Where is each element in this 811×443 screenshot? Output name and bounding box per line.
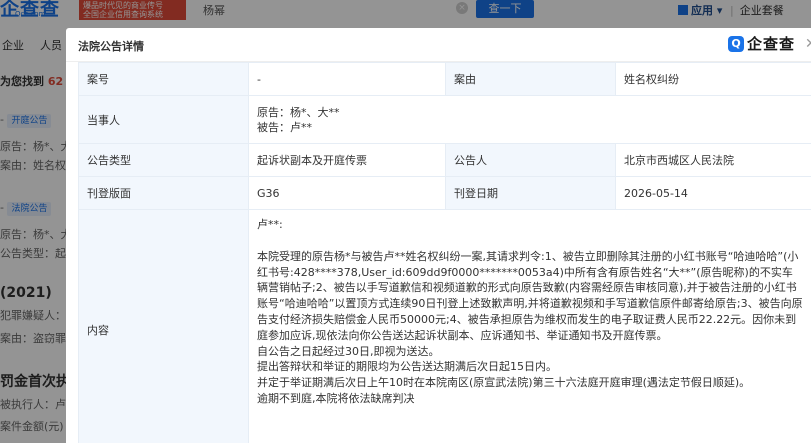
publish-section-label: 刊登版面	[78, 176, 249, 210]
notice-detail-table: 案号 - 案由 姓名权纠纷 当事人 原告：杨*、大** 被告：卢** 公告类型 …	[78, 62, 811, 443]
announcer-label: 公告人	[445, 143, 616, 177]
announcer-value[interactable]: 北京市西城区人民法院	[615, 143, 811, 177]
content-line: 并定于举证期满后次日上午10时在本院南区(原宣武法院)第三十六法庭开庭审理(遇法…	[257, 376, 751, 390]
content-value: 卢**: 本院受理的原告杨*与被告卢**姓名权纠纷一案,其请求判令:1、被告立即…	[248, 209, 811, 443]
plaintiff-link[interactable]: 原告：杨*、大**	[257, 105, 803, 120]
modal-header: 法院公告详情 Q 企查查 ✕	[66, 28, 811, 62]
content-line: 逾期不到庭,本院将依法缺席判决	[257, 391, 415, 405]
parties-value: 原告：杨*、大** 被告：卢**	[248, 95, 811, 144]
notice-type-label: 公告类型	[78, 143, 249, 177]
content-greeting: 卢**:	[257, 218, 283, 231]
publish-section-value: G36	[248, 176, 446, 210]
content-paragraph: 本院受理的原告杨*与被告卢**姓名权纠纷一案,其请求判令:1、被告立即删除其注册…	[257, 249, 803, 342]
defendant-link[interactable]: 被告：卢**	[257, 120, 803, 135]
brand-logo-text: 企查查	[747, 35, 796, 53]
brand-logo: Q 企查查	[728, 33, 795, 55]
case-number-label: 案号	[78, 62, 249, 96]
court-notice-modal: 法院公告详情 Q 企查查 ✕ 案号 - 案由 姓名权纠纷 当事人 原告：杨*、大*…	[66, 28, 811, 443]
case-number-value: -	[248, 62, 446, 96]
table-row: 刊登版面 G36 刊登日期 2026-05-14	[78, 176, 811, 210]
content-line: 自公告之日起经过30日,即视为送达。	[257, 344, 440, 358]
parties-label: 当事人	[78, 95, 249, 144]
case-cause-value: 姓名权纠纷	[615, 62, 811, 96]
close-icon[interactable]: ✕	[805, 36, 811, 52]
modal-title: 法院公告详情	[78, 40, 144, 53]
case-cause-label: 案由	[445, 62, 616, 96]
notice-type-value: 起诉状副本及开庭传票	[248, 143, 446, 177]
table-row: 当事人 原告：杨*、大** 被告：卢**	[78, 95, 811, 144]
table-row: 内容 卢**: 本院受理的原告杨*与被告卢**姓名权纠纷一案,其请求判令:1、被…	[78, 209, 811, 443]
content-label: 内容	[78, 209, 249, 443]
publish-date-value: 2026-05-14	[615, 176, 811, 210]
brand-logo-icon: Q	[728, 36, 744, 52]
content-line: 提出答辩状和举证的期限均为公告送达期满后次日起15日内。	[257, 360, 557, 374]
table-row: 案号 - 案由 姓名权纠纷	[78, 62, 811, 96]
table-row: 公告类型 起诉状副本及开庭传票 公告人 北京市西城区人民法院	[78, 143, 811, 177]
publish-date-label: 刊登日期	[445, 176, 616, 210]
